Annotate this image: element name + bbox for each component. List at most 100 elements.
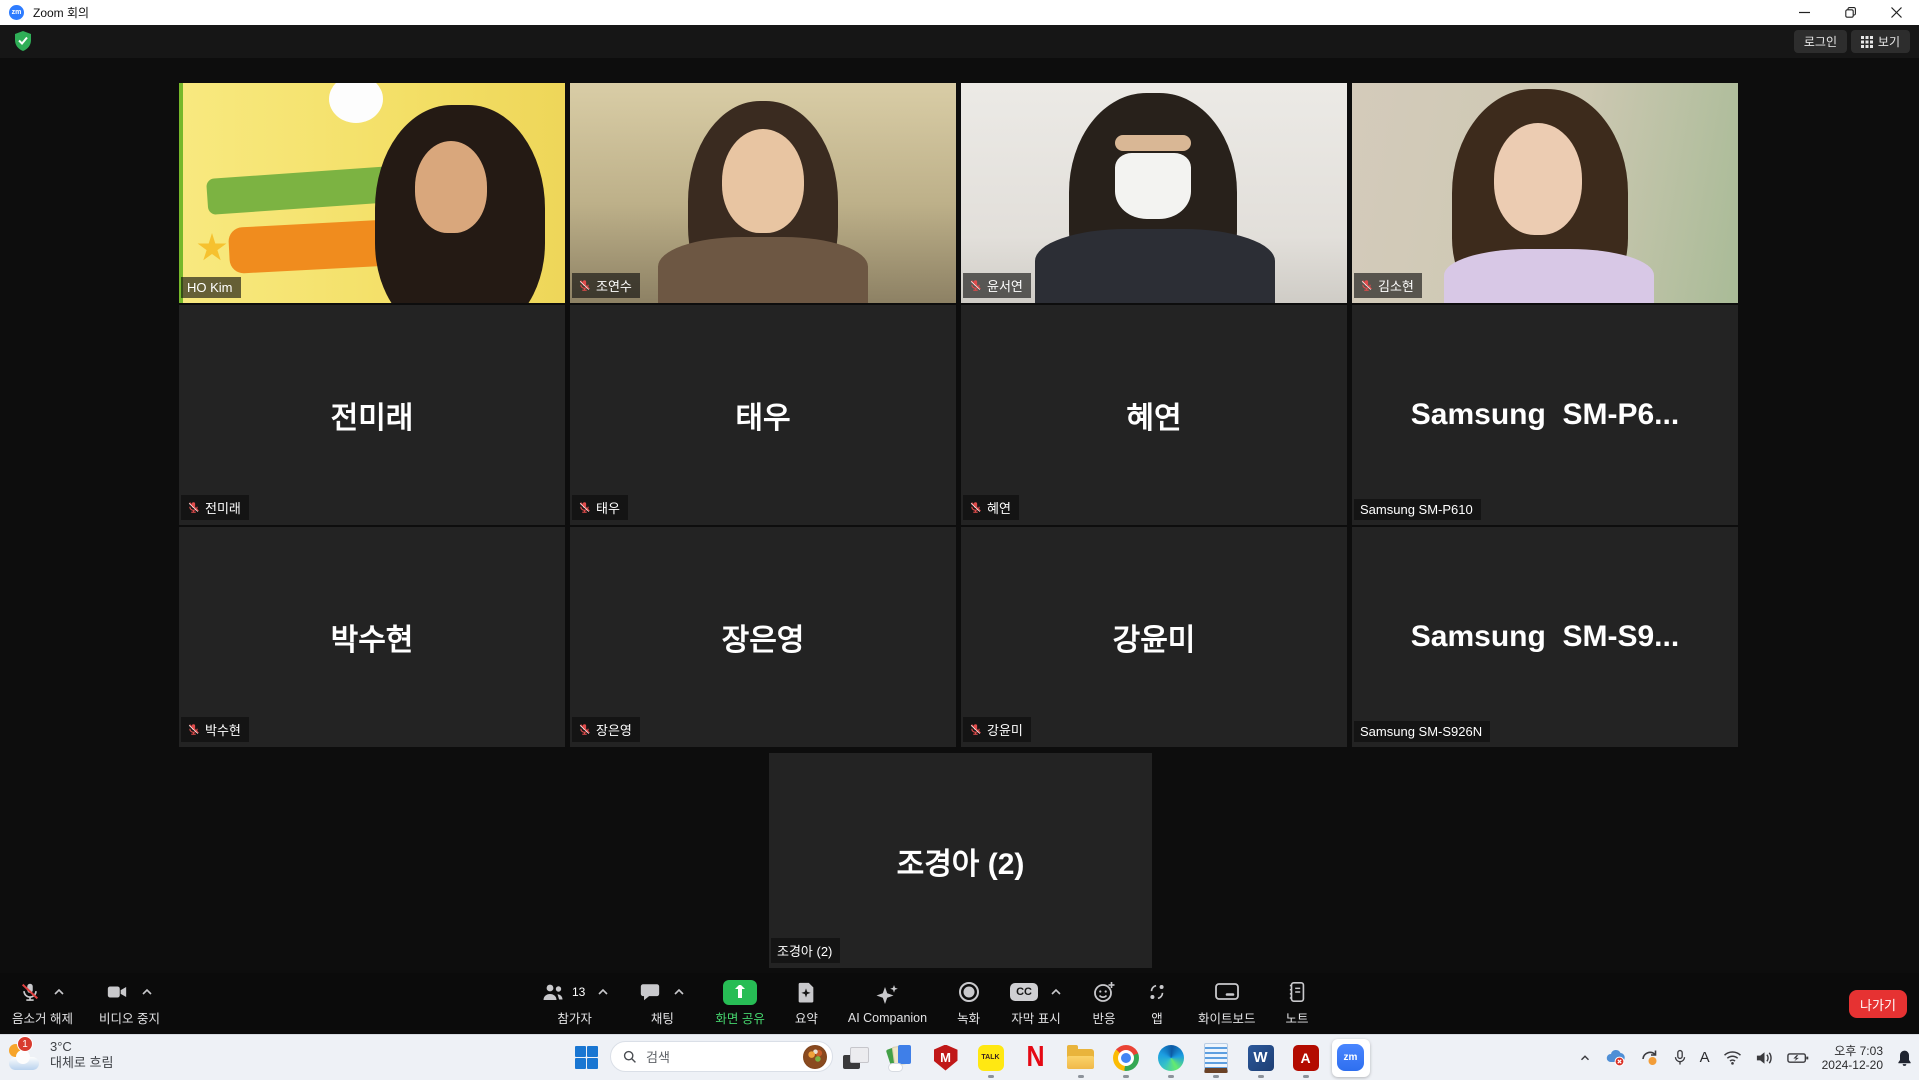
weather-temp: 3°C: [50, 1039, 113, 1055]
stop-video-button[interactable]: 비디오 중지: [99, 973, 160, 1034]
zoom-toolbar: 음소거 해제 비디오 중지 13 참가자 채팅: [0, 973, 1919, 1034]
video-tile-samsung-s926n[interactable]: Samsung SM-S9... Samsung SM-S926N: [1352, 527, 1738, 747]
joyeonsu-video: [570, 83, 956, 303]
taskbar-documents[interactable]: [878, 1035, 923, 1080]
participant-name: 전미래: [205, 498, 241, 517]
participants-label: 참가자: [557, 1008, 592, 1027]
chevron-up-icon[interactable]: [141, 988, 153, 996]
captions-button[interactable]: CC 자막 표시: [1010, 973, 1062, 1034]
sync-update-icon[interactable]: [1640, 1049, 1660, 1067]
tray-chevron-up-icon[interactable]: [1578, 1051, 1592, 1065]
acrobat-icon: A: [1293, 1045, 1319, 1071]
whiteboard-icon: [1214, 981, 1240, 1003]
share-screen-button[interactable]: 화면 공유: [715, 973, 764, 1034]
system-tray: A 오후 7:03 2024-12-20: [1578, 1035, 1913, 1080]
name-tag: 김소현: [1354, 273, 1422, 298]
stop-video-label: 비디오 중지: [99, 1008, 160, 1027]
reactions-label: 반응: [1092, 1008, 1115, 1027]
video-tile-taewoo[interactable]: 태우 태우: [570, 305, 956, 525]
close-button[interactable]: [1873, 0, 1919, 25]
search-box[interactable]: 검색: [610, 1041, 833, 1072]
taskbar-kakaotalk[interactable]: TALK: [968, 1035, 1013, 1080]
taskbar-netflix[interactable]: N: [1013, 1035, 1058, 1080]
chevron-up-icon[interactable]: [597, 988, 609, 996]
taskbar-word[interactable]: W: [1238, 1035, 1283, 1080]
taskbar-file-explorer[interactable]: [1058, 1035, 1103, 1080]
taskbar-zoom-active[interactable]: zm: [1328, 1035, 1373, 1080]
tray-mic-icon[interactable]: [1673, 1049, 1687, 1067]
taskbar-notepad[interactable]: [1193, 1035, 1238, 1080]
restore-button[interactable]: [1827, 0, 1873, 25]
participant-name: 김소현: [1378, 276, 1414, 295]
video-tile-ho-kim[interactable]: HO Kim: [179, 83, 565, 303]
video-tile-samsung-p610[interactable]: Samsung SM-P6... Samsung SM-P610: [1352, 305, 1738, 525]
apps-icon: [1146, 981, 1168, 1003]
view-button[interactable]: 보기: [1851, 30, 1910, 53]
name-tag: 조연수: [572, 273, 640, 298]
participant-big-name: 강윤미: [961, 527, 1347, 747]
wifi-icon[interactable]: [1723, 1050, 1742, 1065]
apps-button[interactable]: 앱: [1146, 973, 1168, 1034]
participants-button[interactable]: 13 참가자: [540, 973, 609, 1034]
summary-icon: [796, 981, 816, 1003]
taskbar-mcafee[interactable]: M: [923, 1035, 968, 1080]
search-highlight-icon[interactable]: [803, 1045, 827, 1069]
battery-icon[interactable]: [1787, 1051, 1809, 1065]
video-tile-kimsohyun[interactable]: 김소현: [1352, 83, 1738, 303]
camera-icon: [105, 981, 129, 1003]
unmute-button[interactable]: 음소거 해제: [12, 973, 73, 1034]
leave-button[interactable]: 나가기: [1849, 990, 1907, 1018]
volume-icon[interactable]: [1755, 1050, 1774, 1066]
tray-time: 오후 7:03: [1822, 1044, 1883, 1058]
video-tile-kangyunmi[interactable]: 강윤미 강윤미: [961, 527, 1347, 747]
muted-mic-icon: [969, 279, 982, 292]
video-tile-jangeunyoung[interactable]: 장은영 장은영: [570, 527, 956, 747]
documents-icon: [887, 1044, 914, 1071]
participants-icon: [540, 981, 566, 1003]
chat-button[interactable]: 채팅: [639, 973, 685, 1034]
participant-name: HO Kim: [187, 280, 233, 295]
record-icon: [958, 981, 980, 1003]
video-tile-jeonmirae[interactable]: 전미래 전미래: [179, 305, 565, 525]
record-label: 녹화: [957, 1008, 980, 1027]
ime-indicator[interactable]: A: [1700, 1049, 1710, 1066]
taskbar-chrome[interactable]: [1103, 1035, 1148, 1080]
participant-big-name: 혜연: [961, 305, 1347, 525]
weather-widget[interactable]: 1 3°C 대체로 흐림: [8, 1039, 113, 1071]
summary-button[interactable]: 요약: [795, 973, 818, 1034]
video-tile-parksuhyun[interactable]: 박수현 박수현: [179, 527, 565, 747]
notes-icon: [1287, 981, 1307, 1003]
start-button[interactable]: [575, 1046, 598, 1069]
notes-button[interactable]: 노트: [1286, 973, 1309, 1034]
record-button[interactable]: 녹화: [957, 973, 980, 1034]
weather-icon: 1: [8, 1039, 42, 1071]
whiteboard-button[interactable]: 화이트보드: [1198, 973, 1256, 1034]
clock[interactable]: 오후 7:03 2024-12-20: [1822, 1044, 1883, 1072]
name-tag: Samsung SM-P610: [1354, 499, 1481, 520]
encryption-shield-icon[interactable]: [14, 31, 32, 51]
chevron-up-icon[interactable]: [673, 988, 685, 996]
chevron-up-icon[interactable]: [53, 988, 65, 996]
taskbar-acrobat[interactable]: A: [1283, 1035, 1328, 1080]
chevron-up-icon[interactable]: [1050, 988, 1062, 996]
taskbar-desktop[interactable]: [833, 1035, 878, 1080]
taskbar-edge[interactable]: [1148, 1035, 1193, 1080]
video-tile-jokyounga[interactable]: 조경아 (2) 조경아 (2): [769, 753, 1152, 968]
video-tile-hyeyeon[interactable]: 혜연 혜연: [961, 305, 1347, 525]
participant-name: 조연수: [596, 276, 632, 295]
onedrive-error-icon[interactable]: [1605, 1049, 1627, 1067]
ai-companion-label: AI Companion: [848, 1011, 927, 1025]
cc-icon: CC: [1010, 983, 1038, 1001]
name-tag: 장은영: [572, 717, 640, 742]
desktop-icon: [843, 1045, 869, 1071]
whiteboard-label: 화이트보드: [1198, 1008, 1256, 1027]
participant-name: 혜연: [987, 498, 1011, 517]
ai-companion-button[interactable]: AI Companion: [848, 973, 927, 1034]
video-tile-yunseoyeon[interactable]: 윤서연: [961, 83, 1347, 303]
reactions-button[interactable]: 반응: [1092, 973, 1116, 1034]
notifications-bell-icon[interactable]: [1896, 1049, 1913, 1067]
minimize-button[interactable]: [1781, 0, 1827, 25]
video-tile-joyeonsu[interactable]: 조연수: [570, 83, 956, 303]
unmute-label: 음소거 해제: [12, 1008, 73, 1027]
login-button[interactable]: 로그인: [1794, 30, 1847, 53]
